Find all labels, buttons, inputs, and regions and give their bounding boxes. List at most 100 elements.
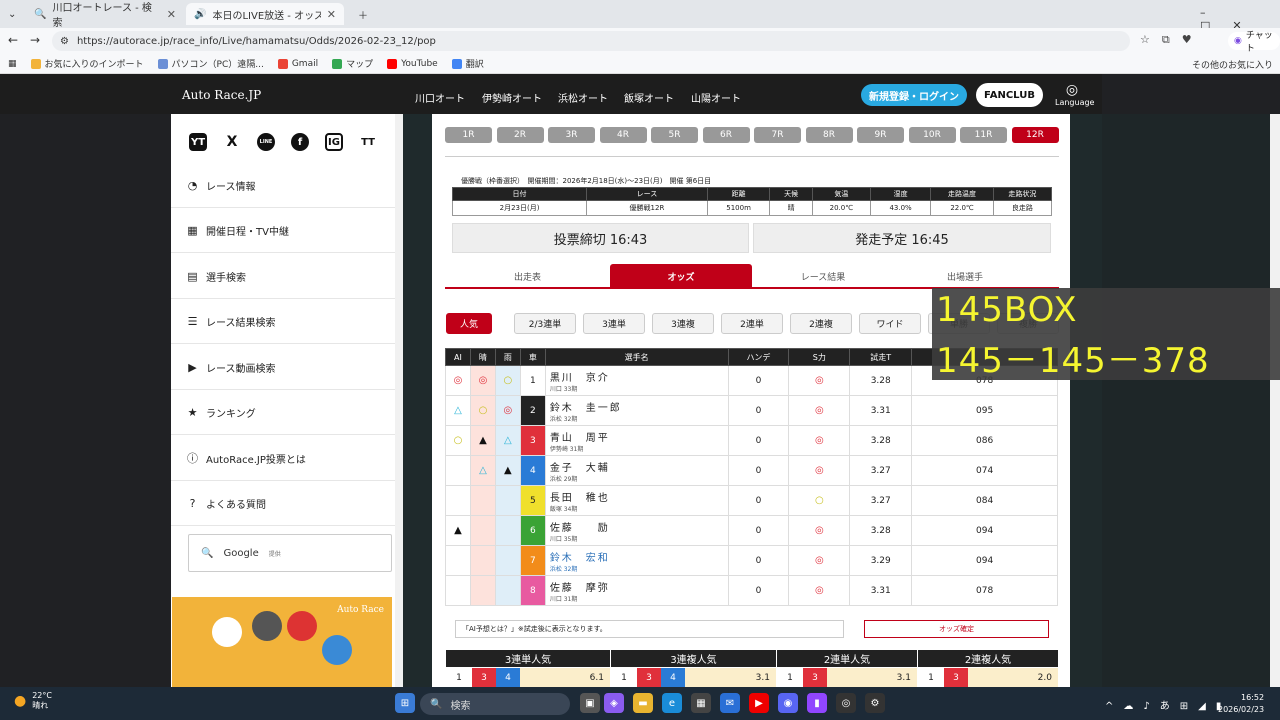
bookmark-translate[interactable]: 翻訳 [451, 57, 484, 70]
player-name[interactable]: 青山 周平 [550, 429, 728, 444]
sidebar-item-schedule[interactable]: ▦ 開催日程・TV中継 [171, 208, 395, 253]
race-button[interactable]: 8R [805, 127, 853, 143]
close-icon[interactable]: ✕ [327, 8, 336, 21]
odds-type-button[interactable]: 3連複 [652, 313, 714, 334]
player-name[interactable]: 鈴木 圭一郎 [550, 399, 728, 414]
instagram-icon[interactable]: IG [325, 133, 343, 151]
system-tray[interactable]: ^☁♪あ⊞◢▮ [1105, 697, 1231, 712]
player-cell[interactable]: 金子 大輔 浜松 29期 [544, 455, 729, 486]
mail-icon[interactable]: ✉ [720, 693, 740, 713]
start-icon[interactable]: ⊞ [395, 693, 415, 713]
player-name[interactable]: 佐藤 励 [550, 519, 728, 534]
race-button[interactable]: 11R [960, 127, 1007, 143]
speaker-icon[interactable]: 🔊 [194, 9, 206, 20]
player-cell[interactable]: 鈴木 宏和 浜松 32期 [544, 545, 729, 576]
x-icon[interactable]: X [223, 133, 241, 151]
popular-row[interactable]: 1 3 2.0 [918, 668, 1058, 687]
line-icon[interactable]: LINE [257, 133, 275, 151]
ai-note[interactable]: 「AI予想とは？」※試走後に表示となります。 [455, 620, 844, 638]
nav-iizuka[interactable]: 飯塚オート [624, 90, 674, 105]
sidebar-scrollbar[interactable] [395, 114, 403, 687]
edge-icon[interactable]: e [662, 693, 682, 713]
tab-search[interactable]: 🔍 川口オートレース - 検索 ✕ [26, 3, 184, 29]
race-button[interactable]: 3R [548, 127, 595, 143]
site-logo[interactable]: Auto Race.JP [182, 88, 261, 102]
language-button[interactable]: ◎ Language [1055, 82, 1094, 110]
tab-players[interactable]: 出場選手 [894, 264, 1036, 288]
sidebar-item-faq[interactable]: ? よくある質問 [171, 481, 395, 526]
tab-live[interactable]: 🔊 本日のLIVE放送 - オッズ・出走表 ✕ [186, 3, 344, 25]
odds-type-button[interactable]: 2連単 [721, 313, 783, 334]
popular-row[interactable]: 1 3 4 6.1 [446, 668, 610, 687]
facebook-icon[interactable]: f [291, 133, 309, 151]
address-bar[interactable]: ⚙ https://autorace.jp/race_info/Live/ham… [52, 31, 1130, 51]
player-cell[interactable]: 青山 周平 伊勢崎 31期 [544, 425, 729, 456]
race-button[interactable]: 7R [754, 127, 801, 143]
new-tab-button[interactable]: ＋ [350, 3, 370, 25]
other-bookmarks[interactable]: その他のお気に入り [1192, 58, 1273, 71]
google-search-box[interactable]: 🔍 Google 提供 [188, 534, 392, 572]
register-login-button[interactable]: 新規登録・ログイン [861, 84, 967, 106]
bookmark-gmail[interactable]: Gmail [277, 58, 318, 69]
tiktok-icon[interactable]: TT [359, 133, 377, 151]
race-button[interactable]: 1R [445, 127, 492, 143]
popular-row[interactable]: 1 3 4 3.1 [611, 668, 776, 687]
clock[interactable]: 16:52 2026/02/23 [1218, 692, 1264, 716]
tab-entry-list[interactable]: 出走表 [445, 264, 610, 288]
tab-odds[interactable]: オッズ [610, 264, 752, 288]
discord-icon[interactable]: ◉ [778, 693, 798, 713]
race-button[interactable]: 9R [857, 127, 904, 143]
close-icon[interactable]: ✕ [167, 8, 176, 21]
odds-type-button[interactable]: ワイド [859, 313, 921, 334]
sidebar-item-about-vote[interactable]: ⓘ AutoRace.JP投票とは [171, 436, 395, 481]
nav-sanyo[interactable]: 山陽オート [691, 90, 741, 105]
race-button[interactable]: 5R [651, 127, 698, 143]
sidebar-item-result-search[interactable]: ☰ レース結果検索 [171, 299, 395, 344]
race-button[interactable]: 4R [599, 127, 647, 143]
player-cell[interactable]: 佐藤 摩弥 川口 31期 [544, 575, 729, 606]
tab-race-result[interactable]: レース結果 [752, 264, 894, 288]
bookmark-youtube[interactable]: YouTube [387, 58, 438, 69]
fanclub-button[interactable]: FANCLUB [976, 83, 1043, 107]
youtube-icon[interactable]: ▶ [749, 693, 769, 713]
nav-isesaki[interactable]: 伊勢崎オート [482, 90, 542, 105]
bookmark-remote[interactable]: パソコン（PC）遠隔... [157, 57, 264, 70]
player-cell[interactable]: 佐藤 励川口 35期 [544, 515, 729, 546]
race-button[interactable]: 10R [908, 127, 956, 143]
twitch-icon[interactable]: ▮ [807, 693, 827, 713]
taskbar-search[interactable]: 🔍 検索 [420, 693, 570, 715]
odds-type-button[interactable]: 2/3連単 [514, 313, 576, 334]
player-name[interactable]: 黒川 京介 [550, 369, 728, 384]
nav-hamamatsu[interactable]: 浜松オート [558, 90, 608, 105]
odds-type-button[interactable]: 2連複 [790, 313, 852, 334]
store-icon[interactable]: ▦ [691, 693, 711, 713]
player-name[interactable]: 佐藤 摩弥 [550, 579, 728, 594]
site-info-icon[interactable]: ⚙ [60, 36, 69, 47]
page-scrollbar[interactable] [1270, 114, 1280, 687]
bookmark-maps[interactable]: マップ [332, 57, 373, 70]
settings-icon[interactable]: ⚙ [865, 693, 885, 713]
race-button[interactable]: 6R [702, 127, 750, 143]
odds-confirm-button[interactable]: オッズ確定 [864, 620, 1049, 638]
player-name[interactable]: 鈴木 宏和 [550, 549, 728, 564]
sidebar-item-player-search[interactable]: ▤ 選手検索 [171, 254, 395, 299]
weather-widget[interactable]: ● 22°C 晴れ [14, 691, 52, 711]
popular-row[interactable]: 1 3 3.1 [777, 668, 917, 687]
race-button[interactable]: 12R [1011, 127, 1059, 143]
file-explorer-icon[interactable]: ▬ [633, 693, 653, 713]
chat-button[interactable]: ◉ チャット [1228, 31, 1280, 54]
sidebar-item-video-search[interactable]: ▶ レース動画検索 [171, 345, 395, 390]
player-cell[interactable]: 長田 稚也 飯塚 34期 [544, 485, 729, 516]
nav-kawaguchi[interactable]: 川口オート [415, 90, 465, 105]
bookmark-apps-icon[interactable]: ▦ [8, 59, 17, 69]
youtube-icon[interactable]: YT [189, 133, 207, 151]
player-cell[interactable]: 鈴木 圭一郎 浜松 32期 [544, 395, 729, 426]
tab-list-button[interactable]: ⌄ [4, 3, 22, 25]
player-cell[interactable]: 黒川 京介 川口 33期 [544, 365, 729, 396]
sidebar-item-ranking[interactable]: ★ ランキング [171, 390, 395, 435]
odds-type-button[interactable]: 3連単 [583, 313, 645, 334]
player-name[interactable]: 金子 大輔 [550, 459, 728, 474]
race-button[interactable]: 2R [496, 127, 544, 143]
sidebar-item-race-info[interactable]: ◔ レース情報 [171, 163, 395, 208]
copilot-icon[interactable]: ◈ [604, 693, 624, 713]
